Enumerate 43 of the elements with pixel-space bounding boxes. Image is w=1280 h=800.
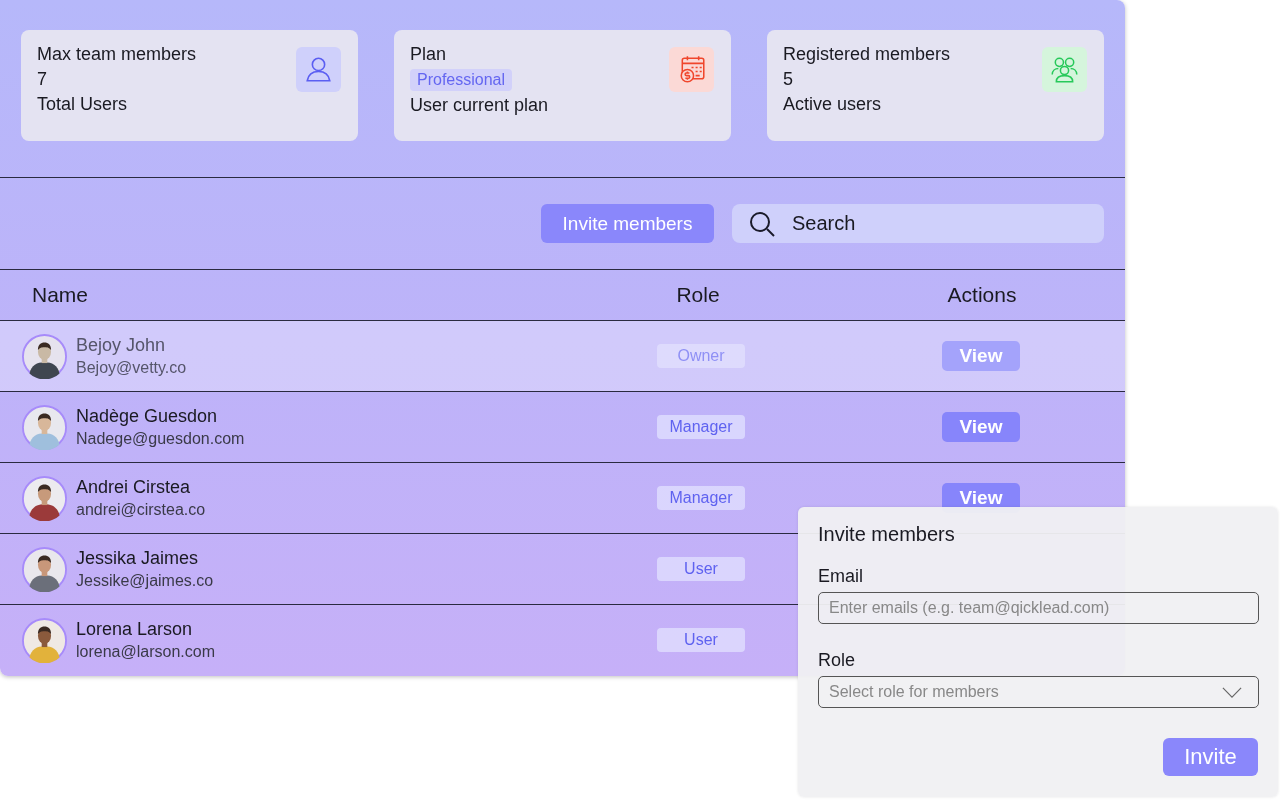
- member-name: Nadège Guesdon: [76, 406, 219, 427]
- column-header: Role: [675, 283, 721, 307]
- role-tag: User: [657, 628, 745, 652]
- invite-members-button[interactable]: Invite members: [541, 204, 714, 243]
- user-icon: [296, 47, 341, 92]
- field-label: Email: [818, 566, 863, 587]
- stat-value: 7: [37, 69, 48, 90]
- field-label: Role: [818, 650, 856, 671]
- stat-caption: Active users: [783, 94, 883, 115]
- role-dropdown[interactable]: Select role for members: [818, 676, 1259, 708]
- member-email: andrei@cirstea.co: [76, 501, 206, 519]
- member-email: Jessike@jaimes.co: [76, 572, 214, 590]
- email-field[interactable]: Enter emails (e.g. team@qicklead.com): [818, 592, 1259, 624]
- role-tag: Owner: [657, 344, 745, 368]
- plan-badge: Professional: [410, 69, 513, 91]
- member-email: Bejoy@vetty.co: [76, 359, 187, 377]
- role-tag: Manager: [657, 486, 745, 510]
- stat-value: 5: [783, 69, 794, 90]
- stat-label: Plan: [410, 44, 448, 65]
- view-button[interactable]: View: [942, 341, 1020, 371]
- stat-caption: Total Users: [37, 94, 129, 115]
- role-tag: User: [657, 557, 745, 581]
- member-name: Bejoy John: [76, 335, 167, 356]
- member-name: Lorena Larson: [76, 619, 194, 640]
- invite-button[interactable]: Invite: [1163, 738, 1258, 776]
- search-field[interactable]: Search: [732, 204, 1104, 243]
- chevron-down-icon: [1222, 686, 1242, 698]
- calendar-dollar-icon: [669, 47, 714, 92]
- role-tag: Manager: [657, 415, 745, 439]
- view-button[interactable]: View: [942, 412, 1020, 442]
- member-row[interactable]: Bejoy John Bejoy@vetty.co Owner View: [0, 321, 1125, 392]
- group-icon: [1042, 47, 1087, 92]
- column-header: Actions: [946, 283, 1018, 307]
- stat-label: Registered members: [783, 44, 951, 65]
- column-header: Name: [32, 283, 90, 307]
- search-icon: [748, 210, 776, 238]
- member-row[interactable]: Nadège Guesdon Nadege@guesdon.com Manager View: [0, 392, 1125, 463]
- member-email: Nadege@guesdon.com: [76, 430, 245, 448]
- stat-caption: User current plan: [410, 95, 549, 116]
- stat-label: Max team members: [37, 44, 197, 65]
- member-name: Andrei Cirstea: [76, 477, 192, 498]
- member-email: lorena@larson.com: [76, 643, 215, 661]
- member-name: Jessika Jaimes: [76, 548, 200, 569]
